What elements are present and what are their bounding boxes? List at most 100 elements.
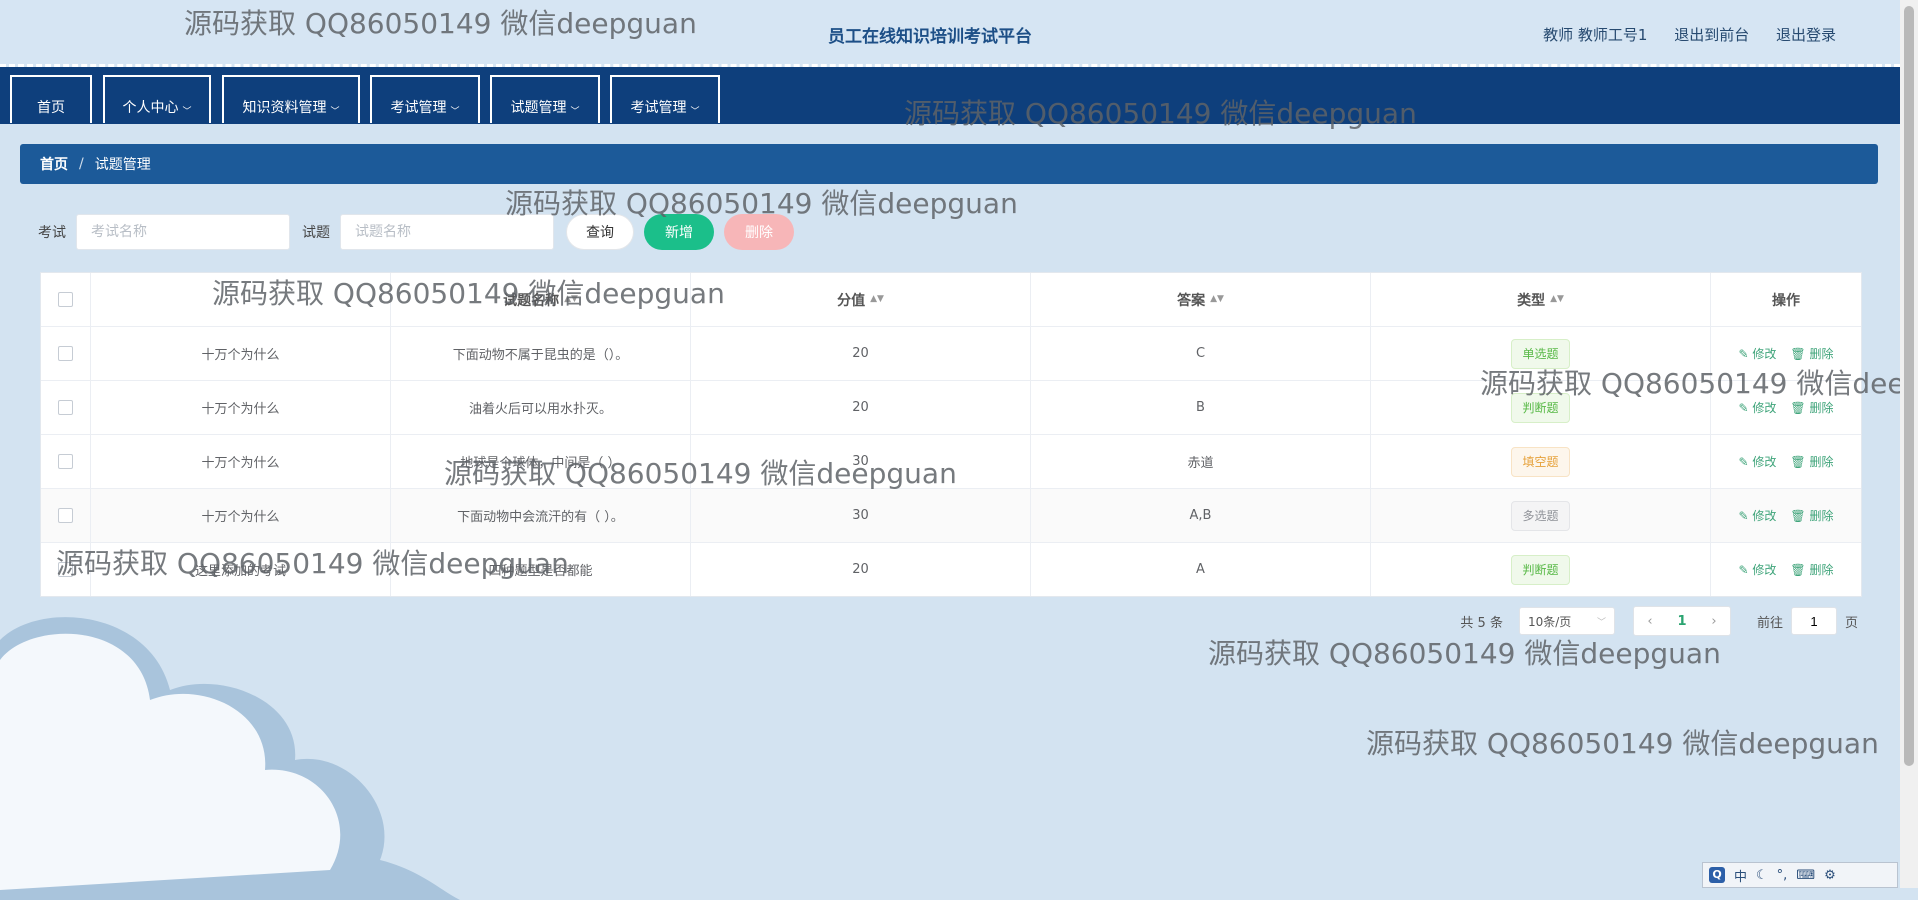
edit-button[interactable]: ✎ 修改 bbox=[1739, 399, 1777, 416]
breadcrumb: 首页 / 试题管理 bbox=[20, 144, 1878, 184]
scrollbar-thumb[interactable] bbox=[1904, 6, 1914, 766]
nav-item-exam-2[interactable]: 考试管理 ﹀ bbox=[610, 75, 720, 123]
chevron-down-icon: ﹀ bbox=[182, 107, 192, 117]
chevron-down-icon: ﹀ bbox=[330, 107, 340, 117]
watermark: 源码获取 QQ86050149 微信deepguan bbox=[1208, 637, 1721, 670]
moon-icon[interactable]: ☾ bbox=[1756, 868, 1768, 883]
total-count: 共 5 条 bbox=[1460, 615, 1503, 631]
site-title: 员工在线知识培训考试平台 bbox=[828, 27, 1032, 47]
goto-page-input[interactable] bbox=[1790, 607, 1837, 635]
page-nav: ‹ 1 › bbox=[1632, 606, 1731, 636]
header-score[interactable]: 分值 ▲▼ bbox=[691, 273, 1031, 326]
prev-page-icon[interactable]: ‹ bbox=[1634, 614, 1666, 629]
watermark: 源码获取 QQ86050149 微信deepguan bbox=[1366, 727, 1879, 760]
ime-mode[interactable]: 中 bbox=[1734, 866, 1747, 885]
logout-link[interactable]: 退出登录 bbox=[1776, 26, 1836, 44]
add-button[interactable]: 新增 bbox=[644, 214, 714, 250]
row-delete-button[interactable]: 🗑 删除 bbox=[1790, 399, 1833, 416]
row-checkbox[interactable] bbox=[58, 400, 73, 415]
cell-answer: A bbox=[1031, 543, 1371, 596]
nav-item-label: 考试管理 bbox=[630, 100, 687, 116]
search-bar: 考试 试题 查询 新增 删除 bbox=[38, 214, 794, 250]
edit-button[interactable]: ✎ 修改 bbox=[1739, 507, 1777, 524]
breadcrumb-separator: / bbox=[79, 156, 84, 172]
header-score-label: 分值 bbox=[837, 292, 866, 309]
row-delete-button[interactable]: 🗑 删除 bbox=[1790, 345, 1833, 362]
sort-icon[interactable]: ▲▼ bbox=[564, 295, 578, 304]
table-row: 十万个为什么 下面动物不属于昆虫的是（）。 20 C 单选题 ✎ 修改 🗑 删除 bbox=[41, 327, 1861, 381]
nav-item-knowledge[interactable]: 知识资料管理 ﹀ bbox=[222, 75, 360, 123]
nav-item-label: 首页 bbox=[37, 100, 65, 116]
query-button[interactable]: 查询 bbox=[566, 214, 634, 250]
cell-exam: 这里添加的考试 bbox=[91, 543, 391, 596]
header-type-label: 类型 bbox=[1517, 292, 1546, 309]
user-info[interactable]: 教师 教师工号1 bbox=[1543, 26, 1647, 44]
nav-item-personal-center[interactable]: 个人中心 ﹀ bbox=[103, 75, 211, 123]
row-delete-button[interactable]: 🗑 删除 bbox=[1790, 453, 1833, 470]
cell-exam: 十万个为什么 bbox=[91, 381, 391, 434]
sort-icon[interactable]: ▲▼ bbox=[870, 295, 884, 304]
page-size-value: 10条/页 bbox=[1527, 614, 1572, 629]
cell-question: 地球是个球体，中间是（ ） bbox=[391, 435, 691, 488]
top-bar: 员工在线知识培训考试平台 教师 教师工号1 退出到前台 退出登录 bbox=[0, 0, 1900, 66]
type-tag: 判断题 bbox=[1511, 554, 1570, 585]
cell-score: 20 bbox=[691, 543, 1031, 596]
header-type[interactable]: 类型 ▲▼ bbox=[1371, 273, 1711, 326]
goto-label: 前往 bbox=[1756, 615, 1783, 631]
type-tag: 单选题 bbox=[1511, 338, 1570, 369]
nav-item-exam[interactable]: 考试管理 ﹀ bbox=[370, 75, 480, 123]
page-scrollbar[interactable] bbox=[1900, 0, 1918, 888]
delete-button[interactable]: 删除 bbox=[724, 214, 794, 250]
page-size-select[interactable]: 10条/页 ﹀ bbox=[1518, 607, 1615, 635]
next-page-icon[interactable]: › bbox=[1698, 614, 1730, 629]
exam-name-input[interactable] bbox=[76, 214, 290, 250]
keyboard-icon[interactable]: ⌨ bbox=[1796, 868, 1815, 883]
tools-icon[interactable]: ⚙ bbox=[1824, 868, 1836, 883]
cell-question: 下面动物中会流汗的有（ ）。 bbox=[391, 489, 691, 542]
sort-icon[interactable]: ▲▼ bbox=[1210, 295, 1224, 304]
main-nav: 首页 个人中心 ﹀ 知识资料管理 ﹀ 考试管理 ﹀ 试题管理 ﹀ 考试管理 ﹀ bbox=[0, 67, 1900, 124]
table-row: 这里添加的考试 四种题型是否都能 20 A 判断题 ✎ 修改 🗑 删除 bbox=[41, 543, 1861, 596]
row-checkbox[interactable] bbox=[58, 454, 73, 469]
nav-item-label: 试题管理 bbox=[510, 100, 567, 116]
select-all-checkbox[interactable] bbox=[58, 292, 73, 307]
cell-exam: 十万个为什么 bbox=[91, 435, 391, 488]
row-delete-button[interactable]: 🗑 删除 bbox=[1790, 561, 1833, 578]
ime-toolbar[interactable]: Q 中 ☾ °, ⌨ ⚙ bbox=[1702, 862, 1898, 888]
nav-item-home[interactable]: 首页 bbox=[10, 75, 92, 123]
table-row: 十万个为什么 油着火后可以用水扑灭。 20 B 判断题 ✎ 修改 🗑 删除 bbox=[41, 381, 1861, 435]
header-exam[interactable] bbox=[91, 273, 391, 326]
back-to-front-link[interactable]: 退出到前台 bbox=[1674, 26, 1749, 44]
table-header-row: 试题名称 ▲▼ 分值 ▲▼ 答案 ▲▼ 类型 ▲▼ 操作 bbox=[41, 273, 1861, 327]
row-checkbox[interactable] bbox=[58, 562, 73, 577]
question-name-input[interactable] bbox=[340, 214, 554, 250]
table-row: 十万个为什么 地球是个球体，中间是（ ） 30 赤道 填空题 ✎ 修改 🗑 删除 bbox=[41, 435, 1861, 489]
nav-item-label: 考试管理 bbox=[390, 100, 447, 116]
question-search-label: 试题 bbox=[302, 225, 330, 241]
nav-item-questions[interactable]: 试题管理 ﹀ bbox=[490, 75, 600, 123]
row-checkbox[interactable] bbox=[58, 508, 73, 523]
breadcrumb-home[interactable]: 首页 bbox=[40, 154, 68, 174]
edit-button[interactable]: ✎ 修改 bbox=[1739, 561, 1777, 578]
current-page[interactable]: 1 bbox=[1666, 614, 1698, 629]
cell-exam: 十万个为什么 bbox=[91, 489, 391, 542]
edit-button[interactable]: ✎ 修改 bbox=[1739, 453, 1777, 470]
questions-table: 试题名称 ▲▼ 分值 ▲▼ 答案 ▲▼ 类型 ▲▼ 操作 十万个为什么 下面动物不属于昆… bbox=[40, 272, 1862, 597]
punctuation-icon[interactable]: °, bbox=[1777, 868, 1788, 883]
cell-score: 30 bbox=[691, 489, 1031, 542]
header-actions: 操作 bbox=[1772, 292, 1800, 309]
header-select-cell bbox=[41, 273, 91, 326]
ime-logo-icon[interactable]: Q bbox=[1709, 867, 1725, 883]
nav-item-label: 知识资料管理 bbox=[242, 100, 327, 116]
row-delete-button[interactable]: 🗑 删除 bbox=[1790, 507, 1833, 524]
edit-button[interactable]: ✎ 修改 bbox=[1739, 345, 1777, 362]
cell-score: 20 bbox=[691, 381, 1031, 434]
header-question[interactable]: 试题名称 ▲▼ bbox=[391, 273, 691, 326]
row-checkbox[interactable] bbox=[58, 346, 73, 361]
page-suffix: 页 bbox=[1844, 615, 1858, 631]
cell-exam: 十万个为什么 bbox=[91, 327, 391, 380]
sort-icon[interactable]: ▲▼ bbox=[1550, 295, 1564, 304]
cell-answer: B bbox=[1031, 381, 1371, 434]
type-tag: 多选题 bbox=[1511, 500, 1570, 531]
header-answer[interactable]: 答案 ▲▼ bbox=[1031, 273, 1371, 326]
